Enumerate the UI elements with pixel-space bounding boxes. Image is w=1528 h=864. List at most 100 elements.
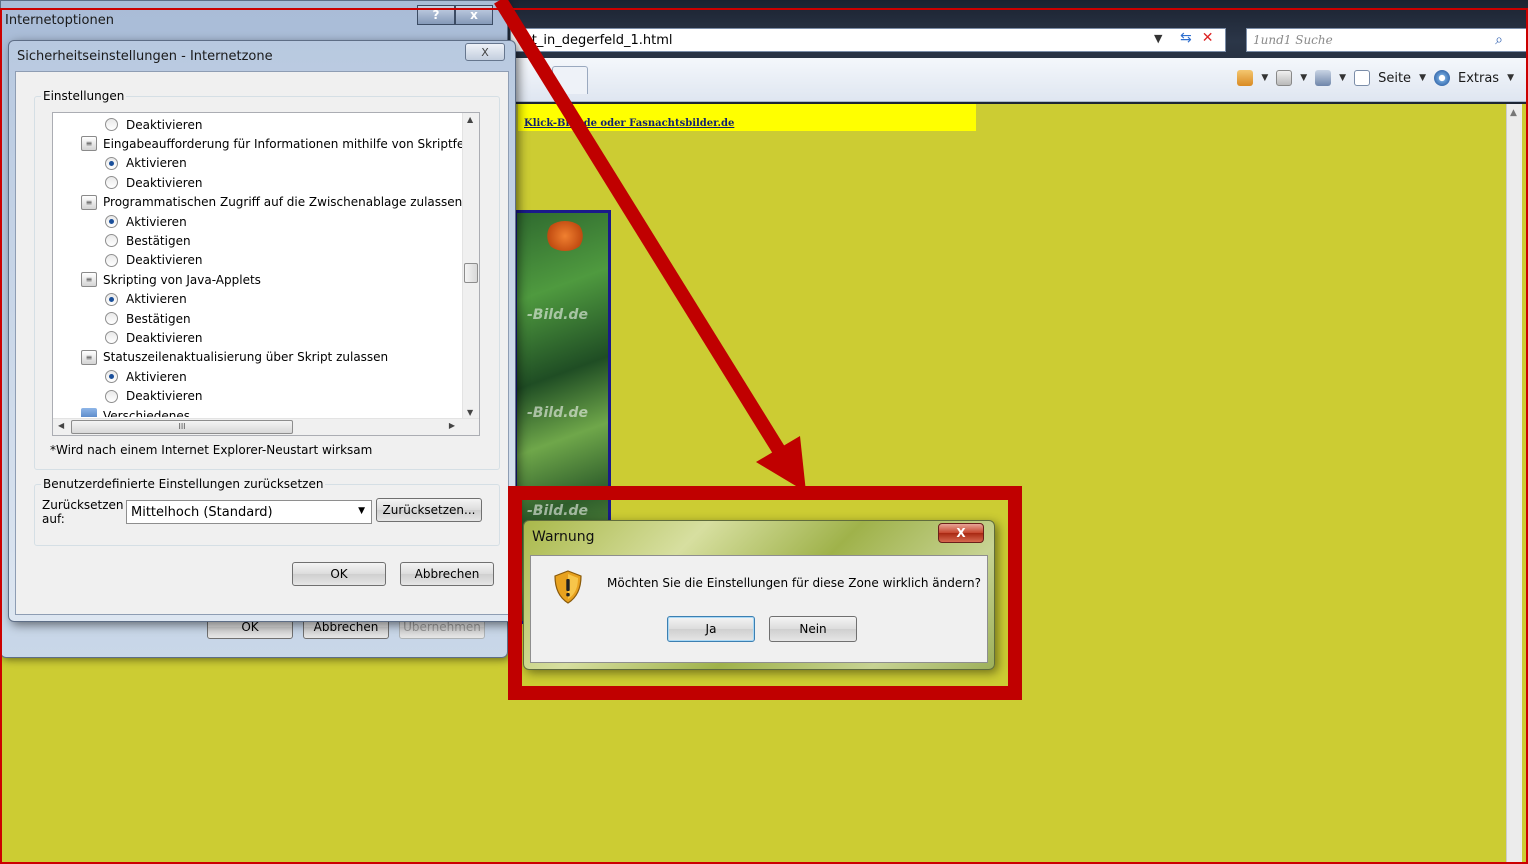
scroll-up-icon[interactable]: ▲ <box>467 115 473 124</box>
gear-icon <box>1433 70 1450 86</box>
highlight-box <box>508 486 1022 700</box>
feed-icon[interactable] <box>1276 70 1293 86</box>
settings-option[interactable]: Deaktivieren <box>105 173 202 192</box>
address-dropdown-icon[interactable]: ▼ <box>1154 32 1162 45</box>
page-scrollbar[interactable]: ▲ <box>1506 104 1522 864</box>
home-icon[interactable] <box>1237 70 1254 86</box>
address-bar[interactable]: est_in_degerfeld_1.html <box>510 28 1226 52</box>
settings-option[interactable]: Bestätigen <box>105 231 191 250</box>
settings-label: Aktivieren <box>126 369 187 384</box>
settings-option[interactable]: Aktivieren <box>105 290 187 309</box>
radio-button[interactable] <box>105 331 118 345</box>
security-settings-dialog: Sicherheitseinstellungen - Internetzone … <box>8 40 516 622</box>
cancel-button[interactable]: Abbrechen <box>400 562 494 586</box>
settings-option[interactable]: Aktivieren <box>105 367 187 386</box>
settings-label: Deaktivieren <box>126 253 203 268</box>
command-bar: ▼ ▼ ▼ Seite ▼ Extras ▼ <box>1237 70 1514 86</box>
reset-to-label: Zurücksetzen auf: <box>42 498 124 526</box>
vertical-scrollbar[interactable]: ▲ ▼ <box>462 113 479 419</box>
radio-button[interactable] <box>105 156 118 170</box>
settings-label: Aktivieren <box>126 156 187 171</box>
script-settings-icon: ≡ <box>81 136 97 152</box>
settings-option[interactable]: Deaktivieren <box>105 251 202 270</box>
misc-settings-icon <box>81 408 97 417</box>
group-label: Einstellungen <box>41 89 127 103</box>
search-icon[interactable]: ⌕ <box>1495 32 1503 48</box>
scroll-up-icon[interactable]: ▲ <box>1510 108 1517 118</box>
reset-level-select[interactable]: Mittelhoch (Standard) ▼ <box>126 500 372 524</box>
settings-option[interactable]: Bestätigen <box>105 309 191 328</box>
radio-button[interactable] <box>105 176 118 190</box>
group-label: Benutzerdefinierte Einstellungen zurücks… <box>41 477 326 491</box>
chevron-down-icon[interactable]: ▼ <box>1339 73 1346 83</box>
dialog-title: Sicherheitseinstellungen - Internetzone <box>17 49 273 64</box>
settings-label: Programmatischen Zugriff auf die Zwische… <box>103 195 463 210</box>
print-icon[interactable] <box>1315 70 1332 86</box>
settings-label: Deaktivieren <box>126 117 203 132</box>
horizontal-scrollbar[interactable]: ◀ III ▶ <box>53 418 479 435</box>
stop-icon[interactable]: ✕ <box>1202 30 1214 46</box>
chevron-down-icon[interactable]: ▼ <box>358 506 365 516</box>
radio-button[interactable] <box>105 215 118 228</box>
settings-label: Aktivieren <box>126 292 187 307</box>
chevron-down-icon[interactable]: ▼ <box>1507 73 1514 83</box>
chevron-down-icon[interactable]: ▼ <box>1300 73 1307 83</box>
chevron-down-icon[interactable]: ▼ <box>1261 73 1268 83</box>
settings-category: ≡ Eingabeaufforderung für Informationen m… <box>81 134 463 153</box>
restart-note: *Wird nach einem Internet Explorer-Neust… <box>50 443 373 457</box>
banner-link[interactable]: Klick-Bild.de oder Fasnachtsbilder.de <box>524 118 734 129</box>
scroll-left-icon[interactable]: ◀ <box>58 421 64 430</box>
scroll-thumb[interactable]: III <box>71 420 293 434</box>
watermark: -Bild.de <box>527 405 588 421</box>
settings-label: Eingabeaufforderung für Informationen mi… <box>103 136 463 151</box>
settings-label: Deaktivieren <box>126 389 203 404</box>
reset-level-value: Mittelhoch (Standard) <box>131 505 273 520</box>
radio-button[interactable] <box>105 253 118 267</box>
scroll-thumb[interactable] <box>464 263 478 283</box>
close-button[interactable]: X <box>465 43 505 61</box>
scroll-right-icon[interactable]: ▶ <box>449 421 455 430</box>
radio-button[interactable] <box>105 234 118 248</box>
settings-list[interactable]: Deaktivieren ≡ Eingabeaufforderung für Inf… <box>52 112 480 436</box>
settings-label: Aktivieren <box>126 214 187 229</box>
settings-category: ≡ Skripting von Java-Applets <box>81 270 261 289</box>
close-button[interactable]: x <box>455 5 493 25</box>
search-input[interactable]: 1und1 Suche ⌕ <box>1246 28 1528 52</box>
settings-option[interactable]: Deaktivieren <box>105 387 202 406</box>
settings-category: ≡ Statuszeilenaktualisierung über Skript … <box>81 348 388 367</box>
radio-button[interactable] <box>105 312 118 325</box>
settings-label: Deaktivieren <box>126 330 203 345</box>
settings-option[interactable]: Aktivieren <box>105 154 187 173</box>
settings-label: Deaktivieren <box>126 175 203 190</box>
settings-label: Bestätigen <box>126 311 191 326</box>
ok-button[interactable]: OK <box>292 562 386 586</box>
help-button[interactable]: ? <box>417 5 455 25</box>
settings-option[interactable]: Deaktivieren <box>105 115 202 134</box>
reset-to-label-line: auf: <box>42 512 65 526</box>
address-row: est_in_degerfeld_1.html ▼ ⇆ ✕ 1und1 Such… <box>490 26 1528 54</box>
search-placeholder: 1und1 Suche <box>1253 33 1333 47</box>
chevron-down-icon[interactable]: ▼ <box>1419 73 1426 83</box>
page-icon <box>1354 70 1371 86</box>
new-tab-button[interactable] <box>552 66 588 94</box>
radio-button[interactable] <box>105 389 118 403</box>
extras-menu[interactable]: Extras <box>1458 71 1499 86</box>
settings-list-items: Deaktivieren ≡ Eingabeaufforderung für Inf… <box>53 113 463 417</box>
radio-button[interactable] <box>105 370 118 384</box>
tab-row: ▼ ▼ ▼ Seite ▼ Extras ▼ <box>490 58 1528 102</box>
flower-image <box>545 221 585 251</box>
window-title: Internetoptionen <box>5 13 114 28</box>
radio-button[interactable] <box>105 118 118 131</box>
radio-button[interactable] <box>105 292 118 306</box>
dialog-body: Einstellungen Deaktivieren ≡ Eingabeauffor… <box>15 71 509 615</box>
settings-option[interactable]: Deaktivieren <box>105 328 202 347</box>
settings-category: ≡ Programmatischen Zugriff auf die Zwisch… <box>81 193 462 212</box>
reset-button[interactable]: Zurücksetzen... <box>376 498 482 522</box>
scroll-down-icon[interactable]: ▼ <box>467 408 473 417</box>
refresh-icon[interactable]: ⇆ <box>1180 30 1192 46</box>
settings-option[interactable]: Aktivieren <box>105 212 187 231</box>
banner: Klick-Bild.de oder Fasnachtsbilder.de <box>518 104 976 131</box>
page-menu[interactable]: Seite <box>1378 71 1411 86</box>
nav-buttons: ⇆ ✕ <box>1180 30 1213 46</box>
settings-label: Statuszeilenaktualisierung über Skript z… <box>103 350 389 365</box>
